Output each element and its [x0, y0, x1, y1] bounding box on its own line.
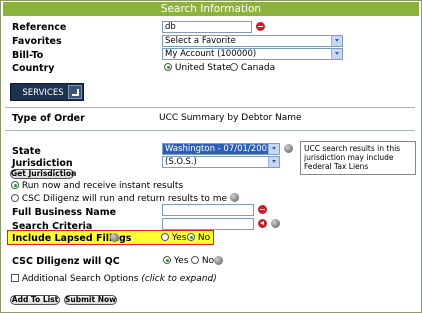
radio-selected-icon — [187, 233, 195, 241]
favorites-selected: Select a Favorite — [165, 36, 236, 46]
jurisdiction-select[interactable]: (S.O.S.) — [162, 156, 280, 168]
submit-now-button[interactable]: Submit Now — [64, 295, 117, 305]
state-selected: Washington - 07/01/2005 — [165, 144, 273, 154]
country-canada-label: Canada — [240, 63, 276, 73]
billto-select[interactable]: My Account (100000) — [162, 48, 343, 60]
back-arrow-icon — [258, 219, 267, 228]
jurisdiction-selected: (S.O.S.) — [165, 157, 197, 167]
radio-selected-icon — [163, 256, 171, 264]
delete-icon — [258, 205, 267, 214]
run-now-label: Run now and receive instant results — [21, 181, 184, 191]
radio-icon — [11, 194, 19, 202]
favorites-select[interactable]: Select a Favorite — [162, 35, 343, 47]
type-of-order-value: UCC Summary by Debtor Name — [159, 113, 302, 123]
billto-label: Bill-To — [12, 50, 44, 61]
full-business-name-label: Full Business Name — [12, 207, 117, 218]
chevron-down-icon — [331, 49, 342, 59]
country-radio-canada[interactable]: Canada — [230, 63, 275, 73]
search-criteria-input[interactable] — [162, 218, 254, 230]
diligenz-qc-help[interactable] — [214, 256, 223, 267]
qc-no-label: No — [201, 256, 215, 266]
qc-no-option[interactable]: No — [191, 256, 214, 266]
type-of-order-label: Type of Order — [12, 113, 85, 124]
additional-options-hint: (click to expand) — [141, 274, 217, 284]
radio-selected-icon — [164, 63, 172, 71]
radio-selected-icon — [11, 181, 19, 189]
country-radio-us[interactable]: United States — [164, 63, 236, 73]
add-to-list-button[interactable]: Add To List — [10, 295, 60, 305]
ucc-note: UCC search results in this jurisdiction … — [300, 141, 416, 175]
diligenz-run-option[interactable]: CSC Diligenz will run and return results… — [11, 193, 239, 204]
diligenz-run-label: CSC Diligenz will run and return results… — [21, 194, 228, 204]
state-select[interactable]: Washington - 07/01/2005 — [162, 143, 280, 155]
chevron-down-icon — [268, 144, 279, 154]
delete-icon — [256, 22, 265, 31]
arrow-down-right-icon — [68, 85, 82, 99]
chevron-down-icon — [268, 157, 279, 167]
jurisdiction-label: Jurisdiction — [12, 158, 73, 169]
qc-yes-label: Yes — [173, 256, 189, 266]
country-label: Country — [12, 63, 55, 74]
services-button[interactable]: SERVICES — [10, 83, 84, 101]
favorites-label: Favorites — [12, 36, 62, 47]
run-now-option[interactable]: Run now and receive instant results — [11, 181, 183, 191]
diligenz-qc-label: CSC Diligenz will QC — [12, 256, 120, 267]
chevron-down-icon — [331, 36, 342, 46]
help-icon — [284, 144, 293, 153]
radio-icon — [230, 63, 238, 71]
state-help[interactable] — [284, 144, 293, 155]
reference-input[interactable]: db — [162, 21, 252, 33]
lapsed-no-label: No — [197, 233, 211, 243]
lapsed-yes-label: Yes — [171, 233, 187, 243]
radio-icon — [191, 256, 199, 264]
divider — [5, 107, 415, 108]
help-icon — [214, 256, 223, 265]
services-label: SERVICES — [22, 88, 64, 98]
reference-label: Reference — [12, 22, 67, 33]
lapsed-yes-option[interactable]: Yes — [161, 233, 186, 243]
clear-reference-icon[interactable] — [256, 22, 265, 34]
billto-selected: My Account (100000) — [165, 49, 257, 59]
country-us-label: United States — [174, 63, 236, 73]
get-jurisdiction-button[interactable]: Get Jurisdiction — [10, 169, 76, 179]
search-criteria-help[interactable] — [271, 219, 280, 230]
full-business-name-input[interactable] — [162, 204, 254, 216]
clear-business-name-icon[interactable] — [258, 205, 267, 217]
help-icon — [271, 219, 280, 228]
lapsed-no-option[interactable]: No — [187, 233, 210, 243]
radio-icon — [161, 233, 169, 241]
section-header: Search Information — [3, 2, 419, 16]
qc-yes-option[interactable]: Yes — [163, 256, 188, 266]
divider — [5, 130, 415, 131]
help-icon — [110, 233, 119, 242]
additional-options-label: Additional Search Options — [21, 274, 139, 284]
search-criteria-back-icon[interactable] — [258, 219, 267, 231]
additional-options-toggle[interactable]: Additional Search Options (click to expa… — [11, 274, 217, 284]
checkbox-icon — [11, 274, 19, 282]
include-lapsed-help[interactable] — [110, 233, 119, 244]
state-label: State — [12, 146, 41, 157]
help-icon[interactable] — [229, 193, 239, 202]
